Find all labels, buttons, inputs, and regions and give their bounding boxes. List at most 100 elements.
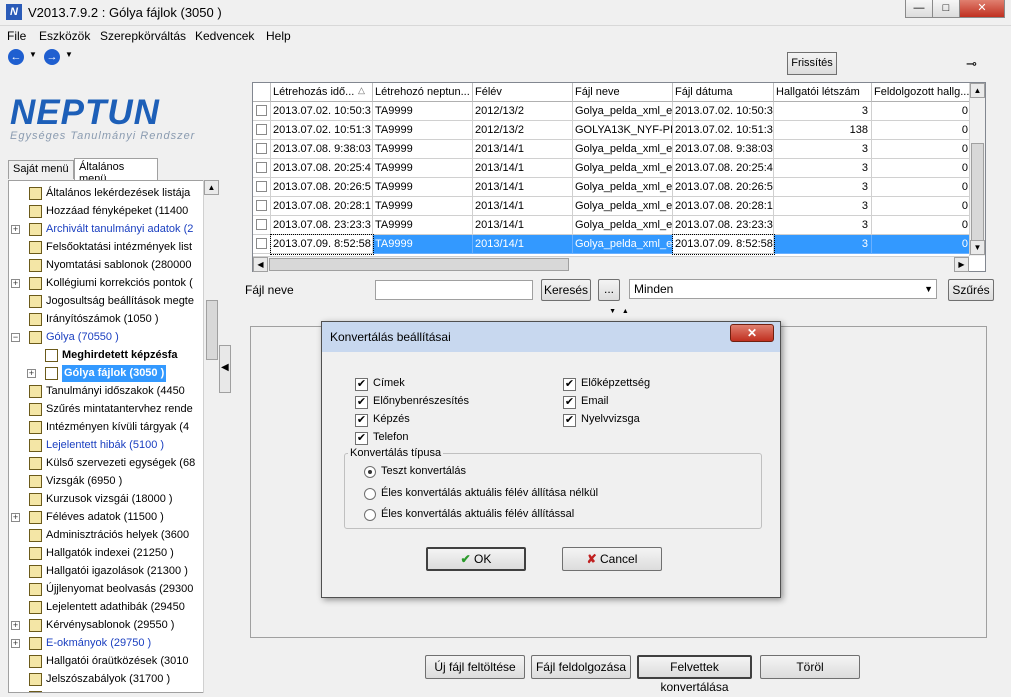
tree-item[interactable]: Kurzusok vizsgái (18000 ) — [9, 491, 217, 509]
menu-help[interactable]: Help — [266, 29, 291, 43]
delete-button[interactable]: Töröl — [760, 655, 860, 679]
column-header[interactable]: Feldolgozott hallg... — [872, 83, 972, 102]
refresh-button[interactable]: Frissítés — [787, 52, 837, 75]
tree-item[interactable]: Nyomtatási sablonok (280000 — [9, 257, 217, 275]
radio-live-no-semester[interactable] — [364, 488, 376, 500]
tree-item[interactable]: Intézményen kívüli tárgyak (4 — [9, 419, 217, 437]
table-row[interactable]: 2013.07.09. 8:52:58 TA9999 2013/14/1 Golya_… — [253, 234, 983, 255]
table-row[interactable]: 2013.07.08. 23:23:3 TA9999 2013/14/1 Golya_… — [253, 216, 983, 235]
column-header[interactable]: Fájl dátuma — [673, 83, 774, 102]
tree-scroll-up-icon[interactable]: ▲ — [204, 180, 219, 195]
row-checkbox[interactable] — [256, 105, 267, 116]
grid-scroll-left-icon[interactable]: ◀ — [253, 257, 268, 272]
row-checkbox[interactable] — [256, 200, 267, 211]
row-checkbox[interactable] — [256, 238, 267, 249]
expand-icon[interactable]: + — [27, 369, 36, 378]
table-row[interactable]: 2013.07.08. 20:26:5 TA9999 2013/14/1 Golya_… — [253, 178, 983, 197]
process-file-button[interactable]: Fájl feldolgozása — [531, 655, 631, 679]
collapse-icon[interactable]: − — [11, 333, 20, 342]
grid-scroll-up-icon[interactable]: ▲ — [970, 83, 985, 98]
column-header[interactable]: Félév — [473, 83, 573, 102]
close-button[interactable]: ✕ — [959, 0, 1005, 18]
collapse-panel-button[interactable]: ◀ — [219, 345, 231, 393]
back-icon[interactable]: ← — [8, 49, 24, 65]
tree-item[interactable]: Meghirdetett képzésfa — [9, 347, 217, 365]
column-header[interactable]: Hallgatói létszám — [774, 83, 872, 102]
tree-item[interactable]: Újjlenyomat beolvasás (29300 — [9, 581, 217, 599]
tree-scrollbar[interactable]: ▲ — [203, 180, 219, 693]
tree-item[interactable]: Tanulmányi időszakok (4450 — [9, 383, 217, 401]
checkbox-training[interactable]: ✔ — [355, 414, 368, 427]
tree-item[interactable]: Általános lekérdezések listája — [9, 185, 217, 203]
tree-item[interactable]: Lejelentett hibák (5100 ) — [9, 437, 217, 455]
column-header[interactable]: Létrehozó neptun... — [373, 83, 473, 102]
tree-item[interactable]: Felsőoktatási intézmények list — [9, 239, 217, 257]
tree-item[interactable]: Jogosultság beállítások megte — [9, 293, 217, 311]
tree-item[interactable]: Hallgatók indexei (21250 ) — [9, 545, 217, 563]
grid-vertical-scrollbar[interactable]: ▲ ▼ — [969, 83, 985, 256]
apply-filter-button[interactable]: Szűrés — [948, 279, 994, 301]
table-row[interactable]: 2013.07.02. 10:51:3 TA9999 2012/13/2 GOLYA1… — [253, 121, 983, 140]
expand-icon[interactable]: + — [11, 621, 20, 630]
forward-icon[interactable]: → — [44, 49, 60, 65]
row-checkbox[interactable] — [256, 181, 267, 192]
column-header[interactable]: Fájl neve — [573, 83, 673, 102]
row-checkbox[interactable] — [256, 143, 267, 154]
dialog-close-button[interactable]: ✕ — [730, 324, 774, 342]
tree-item[interactable]: Külső szervezeti egységek (68 — [9, 455, 217, 473]
search-button[interactable]: Keresés — [541, 279, 591, 301]
filename-filter-input[interactable] — [375, 280, 533, 300]
expand-icon[interactable]: + — [11, 279, 20, 288]
panel-splitter[interactable]: ▼ ▲ — [594, 308, 644, 318]
radio-live-with-semester[interactable] — [364, 509, 376, 521]
checkbox-preference[interactable]: ✔ — [355, 396, 368, 409]
forward-dropdown-icon[interactable]: ▼ — [65, 50, 73, 59]
tree-item[interactable]: Vizsgák (6950 ) — [9, 473, 217, 491]
expand-icon[interactable]: + — [11, 639, 20, 648]
table-row[interactable]: 2013.07.08. 9:38:03 TA9999 2013/14/1 Golya_… — [253, 140, 983, 159]
tab-own-menu[interactable]: Saját menü — [8, 160, 74, 179]
tree-item[interactable]: + Kérvénysablonok (29550 ) — [9, 617, 217, 635]
convert-admitted-button[interactable]: Felvettek konvertálása — [637, 655, 752, 694]
checkbox-addresses[interactable]: ✔ — [355, 378, 368, 391]
row-checkbox[interactable] — [256, 162, 267, 173]
upload-file-button[interactable]: Új fájl feltöltése — [425, 655, 525, 679]
tree-item[interactable]: Irányítószámok (1050 ) — [9, 311, 217, 329]
tree-item[interactable]: + E-okmányok (29750 ) — [9, 635, 217, 653]
grid-hscroll-thumb[interactable] — [269, 258, 569, 271]
tree-item[interactable]: Lejelentett adathibák (29450 — [9, 599, 217, 617]
checkbox-language-exam[interactable]: ✔ — [563, 414, 576, 427]
ellipsis-button[interactable]: ... — [598, 279, 620, 301]
tree-item[interactable]: + Archivált tanulmányi adatok (2 — [9, 221, 217, 239]
table-row[interactable]: 2013.07.08. 20:25:4 TA9999 2013/14/1 Golya_… — [253, 159, 983, 178]
cancel-button[interactable]: ✘ Cancel — [562, 547, 662, 571]
grid-vscroll-thumb[interactable] — [971, 143, 984, 241]
row-checkbox[interactable] — [256, 124, 267, 135]
tree-item[interactable]: Hozzáad fényképeket (11400 — [9, 203, 217, 221]
tree-item[interactable]: Elküldött üzenetek (32100 ) — [9, 689, 217, 692]
grid-horizontal-scrollbar[interactable]: ◀ ▶ — [253, 256, 969, 272]
minimize-button[interactable]: — — [905, 0, 933, 18]
tree-item[interactable]: Adminisztrációs helyek (3600 — [9, 527, 217, 545]
tab-general-menu[interactable]: Általános menü — [74, 158, 158, 185]
tree-item[interactable]: Hallgatói igazolások (21300 ) — [9, 563, 217, 581]
checkbox-email[interactable]: ✔ — [563, 396, 576, 409]
filter-dropdown[interactable]: Minden ▼ — [629, 279, 937, 299]
tree-item[interactable]: + Féléves adatok (11500 ) — [9, 509, 217, 527]
menu-tools[interactable]: Eszközök — [39, 29, 90, 43]
tree-item[interactable]: Jelszószabályok (31700 ) — [9, 671, 217, 689]
table-row[interactable]: 2013.07.08. 20:28:1 TA9999 2013/14/1 Golya_… — [253, 197, 983, 216]
menu-file[interactable]: File — [7, 29, 26, 43]
row-checkbox[interactable] — [256, 219, 267, 230]
maximize-button[interactable]: □ — [932, 0, 960, 18]
tree-item[interactable]: Hallgatói óraütközések (3010 — [9, 653, 217, 671]
table-row[interactable]: 2013.07.02. 10:50:3 TA9999 2012/13/2 Golya_… — [253, 102, 983, 121]
grid-scroll-right-icon[interactable]: ▶ — [954, 257, 969, 272]
checkbox-phone[interactable]: ✔ — [355, 432, 368, 445]
ok-button[interactable]: ✔ OK — [426, 547, 526, 571]
expand-icon[interactable]: + — [11, 225, 20, 234]
menu-favorites[interactable]: Kedvencek — [195, 29, 254, 43]
tree-item[interactable]: + Gólya fájlok (3050 ) — [9, 365, 217, 383]
grid-scroll-down-icon[interactable]: ▼ — [970, 240, 985, 255]
checkbox-prior-education[interactable]: ✔ — [563, 378, 576, 391]
